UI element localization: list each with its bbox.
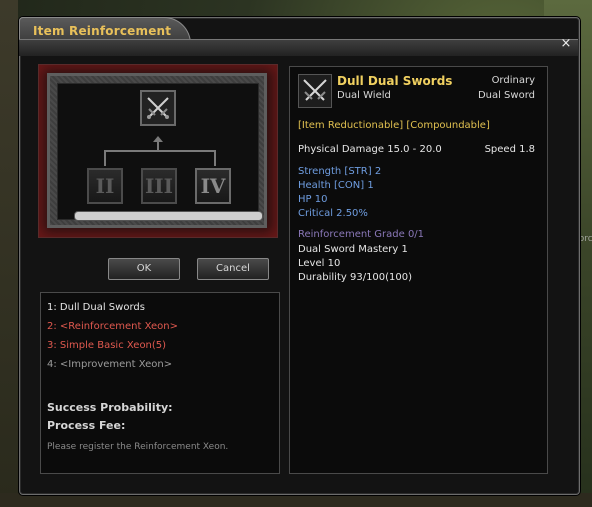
close-button[interactable]: ×: [559, 37, 573, 51]
stat-line: Health [CON] 1: [298, 180, 374, 191]
success-probability-label: Success Probability:: [47, 401, 173, 414]
hint-text: Please register the Reinforcement Xeon.: [47, 442, 229, 452]
item-category: Dual Sword: [477, 90, 535, 101]
window-title: Item Reinforcement: [33, 24, 172, 38]
detail-line: Dual Sword Mastery 1: [298, 244, 408, 255]
item-tags: [Item Reductionable] [Compoundable]: [298, 120, 490, 131]
game-background-left: [0, 0, 18, 507]
reinforcement-progress-bar: [74, 211, 263, 221]
material-slot-iv[interactable]: IV: [195, 168, 231, 204]
material-slot-iii[interactable]: III: [141, 168, 177, 204]
connector-left: [104, 150, 106, 166]
requirement-item: 2: <Reinforcement Xeon>: [47, 321, 178, 332]
ok-button[interactable]: OK: [108, 258, 180, 280]
material-slot-ii[interactable]: II: [87, 168, 123, 204]
item-rarity: Ordinary: [491, 75, 535, 86]
connector-horizontal: [104, 150, 216, 152]
game-background-bottom: [0, 493, 592, 507]
cancel-button[interactable]: Cancel: [197, 258, 269, 280]
title-bar[interactable]: [19, 39, 578, 56]
reinforcement-grade: Reinforcement Grade 0/1: [298, 229, 425, 240]
attack-speed: Speed 1.8: [484, 144, 535, 155]
stat-line: Strength [STR] 2: [298, 166, 382, 177]
item-wield-type: Dual Wield: [337, 90, 391, 101]
stat-line: HP 10: [298, 194, 328, 205]
process-fee-label: Process Fee:: [47, 419, 126, 432]
item-icon: [298, 74, 332, 108]
detail-line: Level 10: [298, 258, 341, 269]
connector-arrow: [153, 136, 163, 142]
dual-swords-icon: [303, 79, 327, 101]
requirement-item: 3: Simple Basic Xeon(5): [47, 340, 167, 351]
detail-line: Durability 93/100(100): [298, 272, 413, 283]
requirement-item: 1: Dull Dual Swords: [47, 302, 145, 313]
item-name: Dull Dual Swords: [337, 74, 453, 88]
target-item-slot[interactable]: [140, 90, 176, 126]
stat-line: Critical 2.50%: [298, 208, 368, 219]
dual-swords-icon: [147, 97, 169, 119]
requirement-item: 4: <Improvement Xeon>: [47, 359, 173, 370]
physical-damage: Physical Damage 15.0 - 20.0: [298, 144, 442, 155]
connector-right: [214, 150, 216, 166]
